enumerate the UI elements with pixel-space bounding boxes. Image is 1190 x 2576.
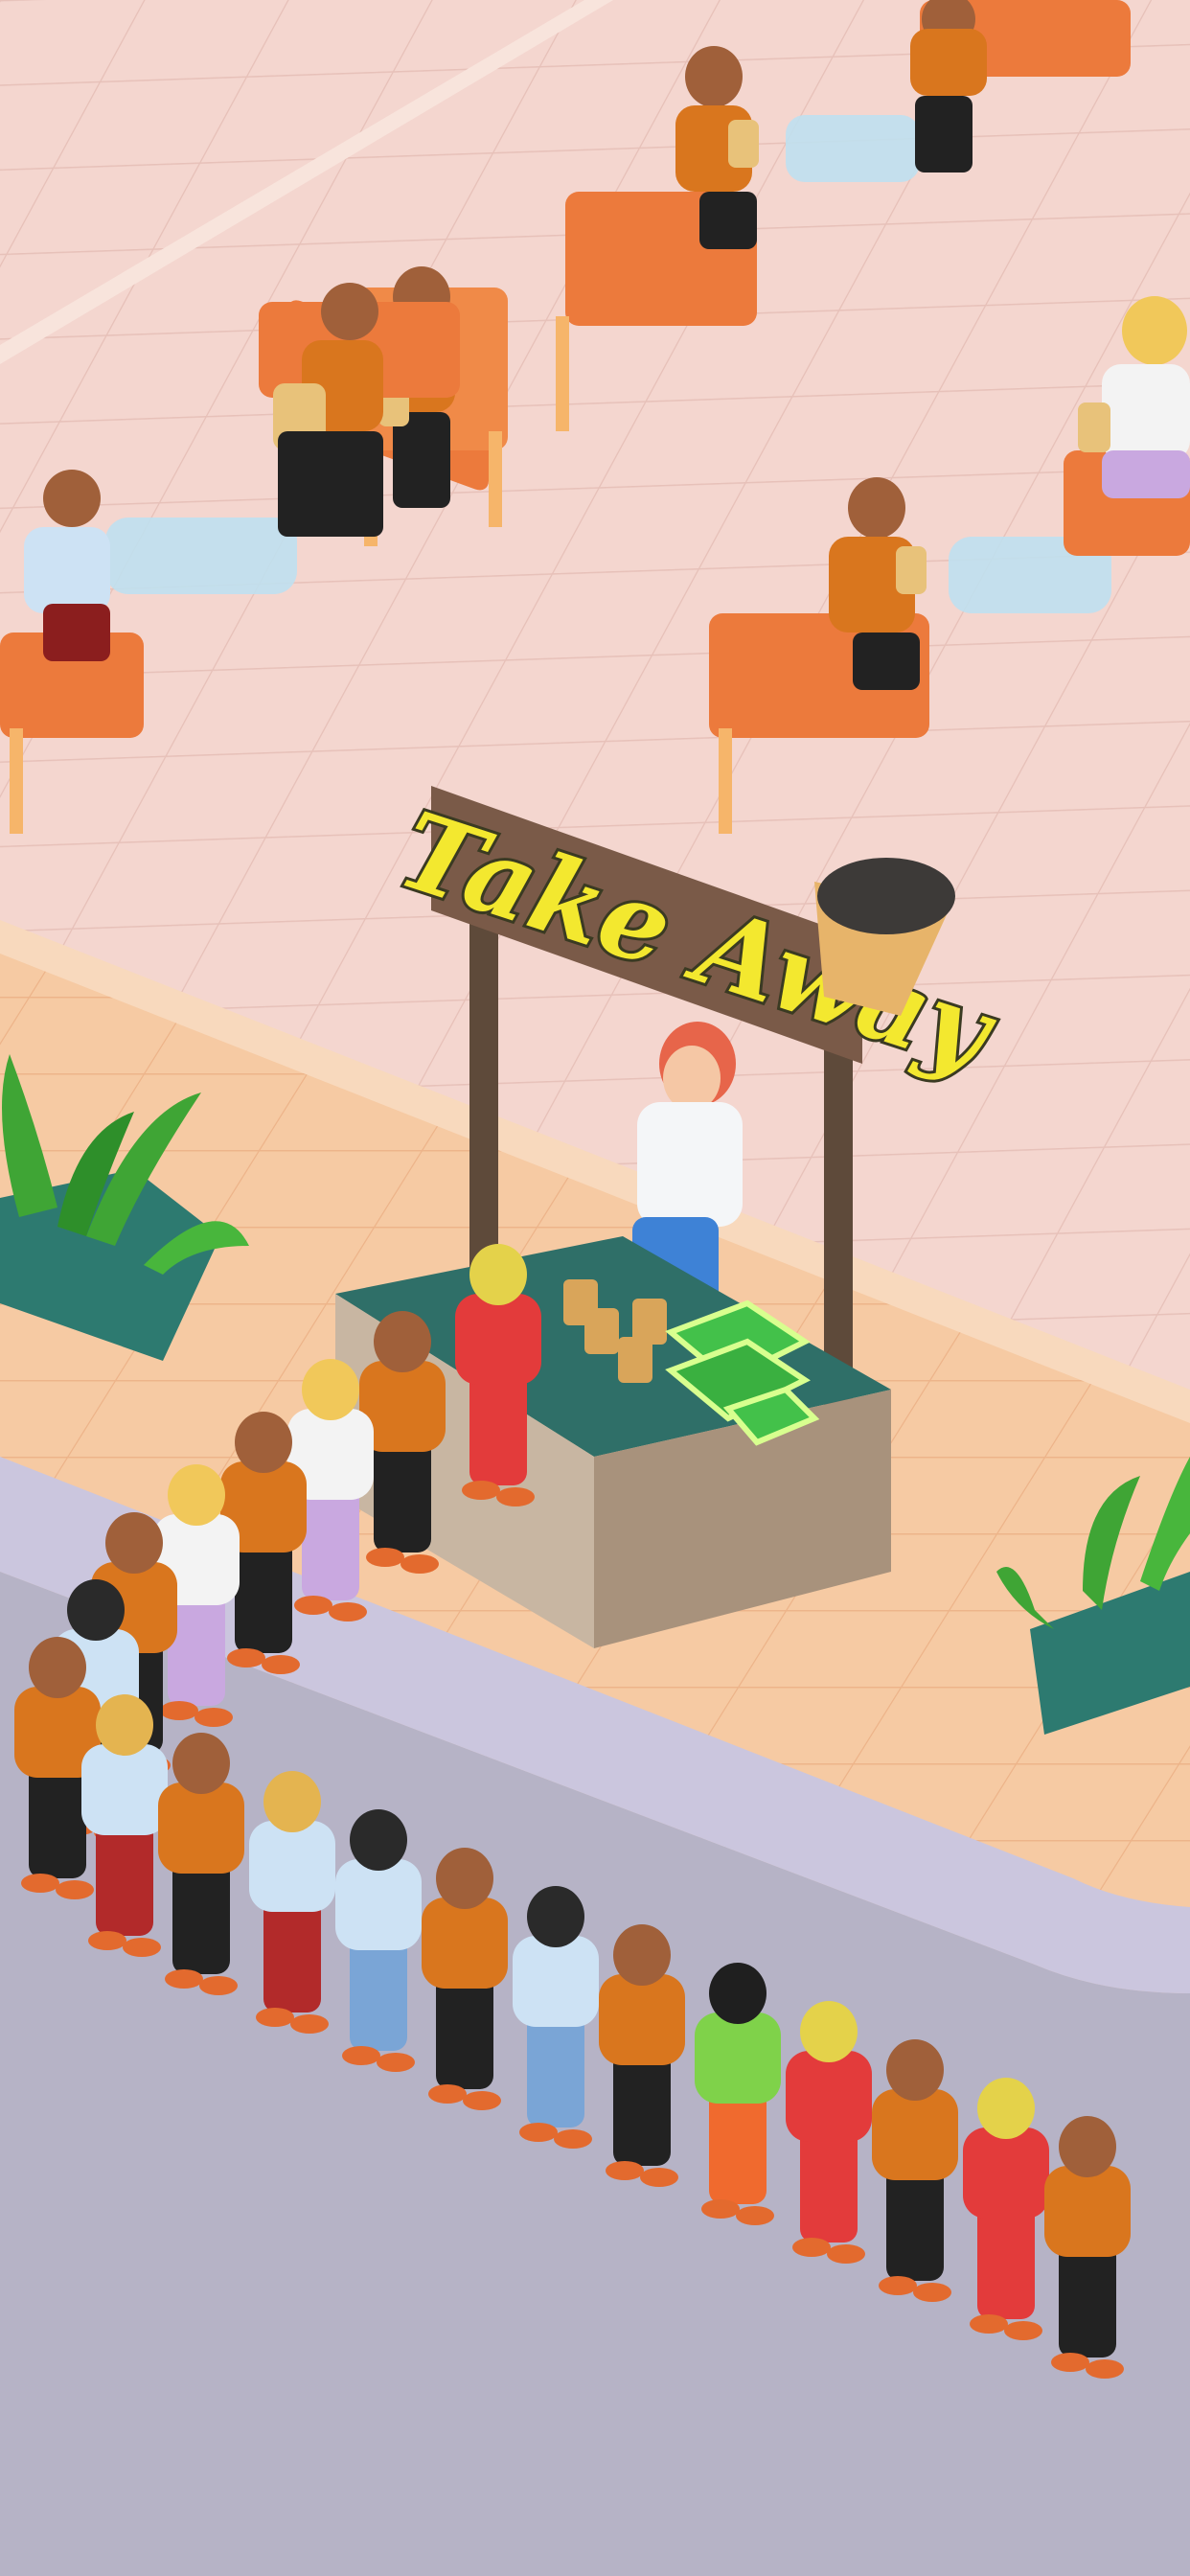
coffee-cup-icon <box>728 120 759 168</box>
coffee-cup-icon <box>896 546 927 594</box>
game-scene: Take Away <box>0 0 1190 2576</box>
coffee-cup-icon <box>1078 402 1110 452</box>
